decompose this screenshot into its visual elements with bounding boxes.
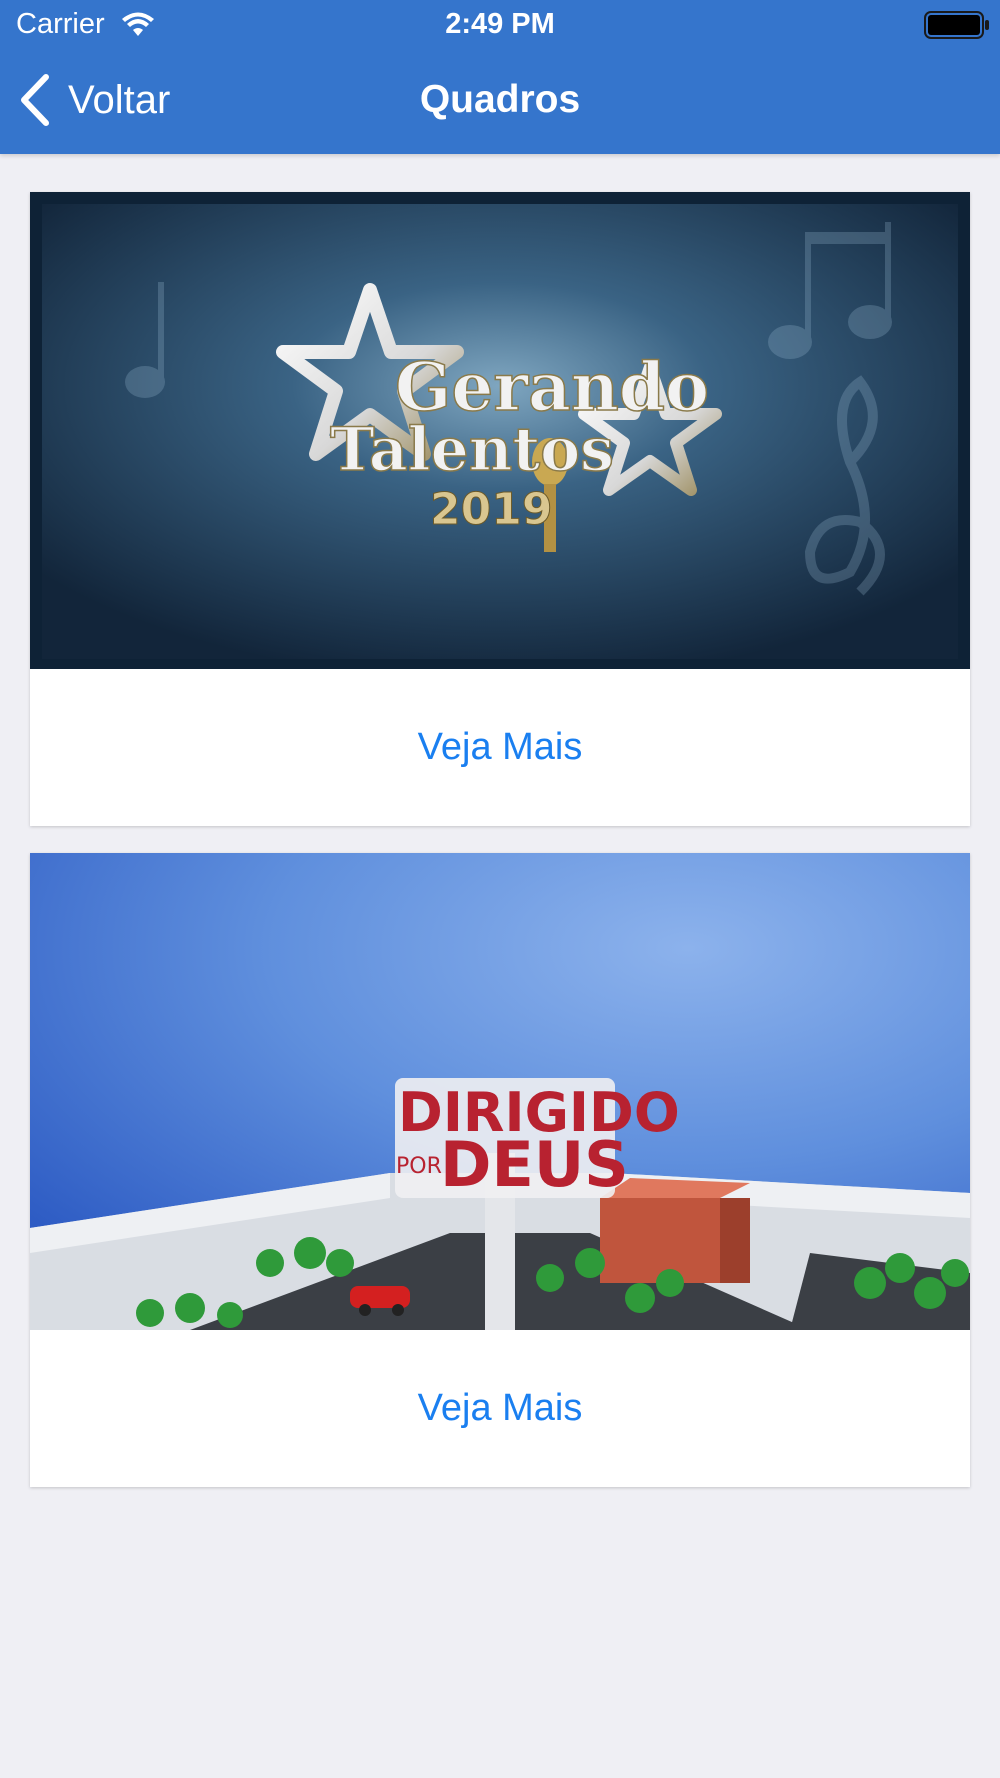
veja-mais-button[interactable]: Veja Mais — [30, 669, 970, 826]
quadro-card: DIRIGIDO POR DEUS Veja Mais — [30, 853, 970, 1487]
status-time: 2:49 PM — [445, 8, 555, 40]
dirigido-por-deus-banner-image[interactable]: DIRIGIDO POR DEUS — [30, 853, 970, 1330]
page-title: Quadros — [419, 78, 581, 121]
quadro-card: Gerando Talentos 2019 Veja Mais — [30, 192, 970, 826]
banner-logo-line-2: Talentos — [330, 415, 614, 485]
banner-logo-line-2: POR — [396, 1154, 442, 1179]
gerando-talentos-banner-image[interactable]: Gerando Talentos 2019 — [30, 192, 970, 669]
banner-logo-line-3: 2019 — [430, 484, 552, 535]
veja-mais-button[interactable]: Veja Mais — [30, 1330, 970, 1487]
banner-logo-line-3: DEUS — [440, 1128, 629, 1201]
battery-icon — [924, 11, 989, 39]
navigation-bar: Carrier 2:49 PM Voltar Quadros — [0, 0, 1000, 154]
